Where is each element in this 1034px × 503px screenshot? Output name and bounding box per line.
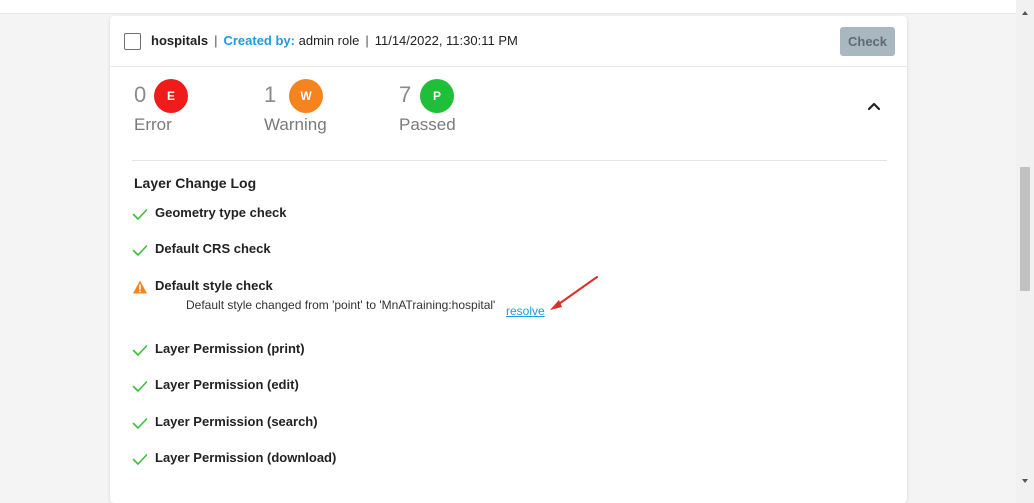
vertical-scrollbar[interactable] [1016, 0, 1034, 503]
checkmark-icon [132, 381, 148, 392]
timestamp: 11/14/2022, 11:30:11 PM [374, 33, 518, 48]
style-change-detail: Default style changed from 'point' to 'M… [186, 298, 496, 312]
page: hospitals | Created by: admin role | 11/14/2… [0, 0, 1034, 503]
layer-check-card: hospitals | Created by: admin role | 11/14/2… [110, 16, 907, 503]
scroll-up-arrow-icon[interactable] [1016, 6, 1034, 20]
checkmark-icon [132, 418, 148, 429]
error-count: 0 [134, 82, 147, 107]
passed-count: 7 [399, 82, 412, 107]
separator: | [214, 33, 218, 48]
card-header: hospitals | Created by: admin role | 11/14/2… [110, 16, 907, 67]
created-by-label: Created by: [223, 33, 295, 48]
checkmark-icon [132, 345, 148, 356]
scroll-down-arrow-icon[interactable] [1016, 474, 1034, 488]
section-title: Layer Change Log [134, 175, 257, 191]
warning-label: Warning [264, 115, 327, 134]
separator: | [365, 33, 369, 48]
header-info: hospitals | Created by: admin role | 11/14/2… [151, 33, 518, 49]
error-label: Error [134, 115, 172, 134]
select-checkbox[interactable] [124, 33, 141, 50]
checkmark-icon [132, 209, 148, 220]
check-item-label: Layer Permission (print) [155, 341, 305, 356]
chevron-up-icon[interactable] [866, 98, 882, 114]
created-by-value: admin role [298, 33, 360, 48]
warning-count: 1 [264, 82, 277, 107]
error-badge: E [154, 79, 188, 113]
warning-badge: W [289, 79, 323, 113]
resolve-link[interactable]: resolve [506, 304, 545, 318]
check-item-label: Layer Permission (download) [155, 450, 337, 465]
checkmark-icon [132, 454, 148, 465]
top-strip [0, 0, 1016, 14]
layer-name: hospitals [151, 33, 209, 48]
scrollbar-thumb[interactable] [1020, 167, 1030, 291]
annotation-arrow-icon [550, 276, 598, 310]
checkmark-icon [132, 245, 148, 256]
check-item-label: Layer Permission (search) [155, 414, 318, 429]
check-item-label: Default CRS check [155, 241, 271, 256]
warning-triangle-icon [133, 280, 147, 294]
check-item-label: Default style check [155, 278, 273, 293]
check-button[interactable]: Check [840, 27, 895, 56]
check-item-label: Geometry type check [155, 205, 287, 220]
check-item-label: Layer Permission (edit) [155, 377, 299, 392]
divider [132, 160, 887, 161]
passed-badge: P [420, 79, 454, 113]
passed-label: Passed [399, 115, 456, 134]
